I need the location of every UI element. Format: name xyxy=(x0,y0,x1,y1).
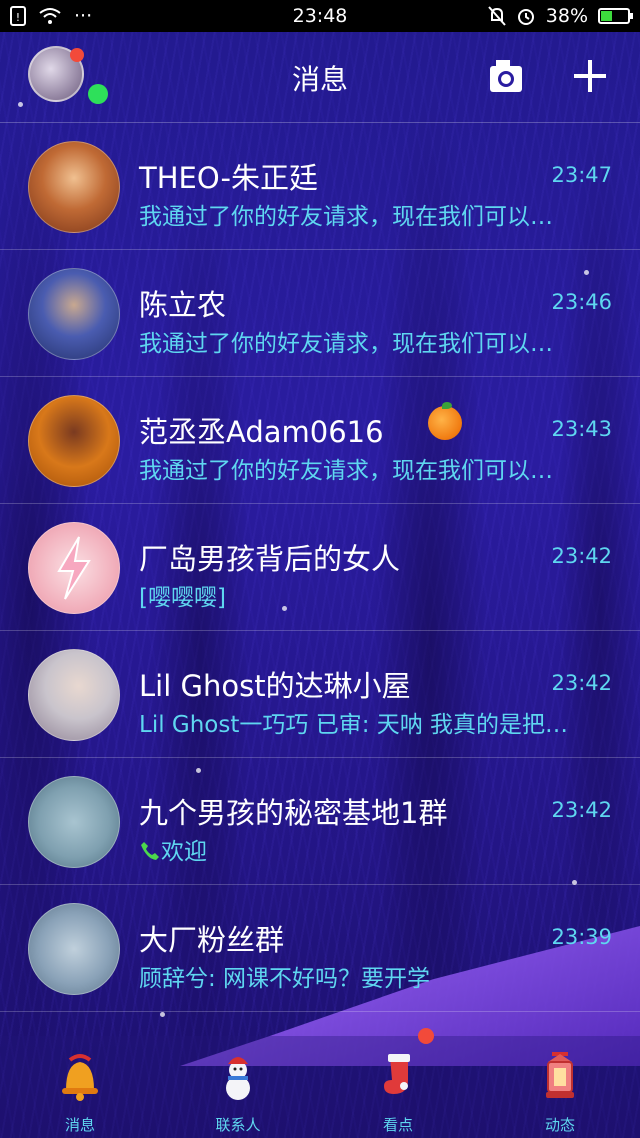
tab-messages[interactable]: 消息 xyxy=(20,1036,140,1138)
avatar[interactable] xyxy=(28,649,120,741)
chat-row[interactable]: Lil Ghost的达琳小屋 23:42 Lil Ghost一巧巧 已审: 天呐… xyxy=(0,631,640,758)
snowflake xyxy=(160,1012,165,1017)
tab-moments[interactable]: 动态 xyxy=(500,1036,620,1138)
phone-icon xyxy=(141,842,159,860)
chat-row[interactable]: THEO-朱正廷 23:47 我通过了你的好友请求，现在我们可以… xyxy=(0,123,640,250)
avatar[interactable] xyxy=(28,268,120,360)
avatar[interactable] xyxy=(28,141,120,233)
avatar[interactable] xyxy=(28,522,120,614)
chat-preview: 我通过了你的好友请求，现在我们可以… xyxy=(139,204,553,230)
chat-row[interactable]: 厂岛男孩背后的女人 23:42 [嘤嘤嘤] xyxy=(0,504,640,631)
chat-preview: Lil Ghost一巧巧 已审: 天呐 我真的是把… xyxy=(139,712,569,738)
plus-icon[interactable] xyxy=(572,58,608,94)
tab-label: 联系人 xyxy=(215,1116,261,1134)
chat-time: 23:42 xyxy=(551,544,612,568)
chat-time: 23:42 xyxy=(551,798,612,822)
chat-time: 23:47 xyxy=(551,163,612,187)
chat-time: 23:39 xyxy=(551,925,612,949)
stocking-icon xyxy=(384,1054,410,1094)
tab-discover[interactable]: 看点 xyxy=(338,1036,458,1138)
tab-label: 消息 xyxy=(64,1116,95,1134)
chat-preview: [嘤嘤嘤] xyxy=(139,585,226,611)
chat-name: 范丞丞Adam0616 xyxy=(139,415,384,449)
chat-preview: 我通过了你的好友请求，现在我们可以… xyxy=(139,331,553,357)
chat-list: THEO-朱正廷 23:47 我通过了你的好友请求，现在我们可以… 陈立农 23… xyxy=(0,123,640,1012)
bell-icon xyxy=(62,1054,98,1101)
chat-time: 23:46 xyxy=(551,290,612,314)
orange-icon xyxy=(428,402,462,440)
mute-bell-icon xyxy=(488,6,506,26)
camera-icon[interactable] xyxy=(488,56,524,96)
chat-name: THEO-朱正廷 xyxy=(139,161,318,195)
chat-name: 大厂粉丝群 xyxy=(139,923,285,957)
tab-contacts[interactable]: 联系人 xyxy=(178,1036,298,1138)
chat-preview-text: 欢迎 xyxy=(161,839,207,865)
chat-row[interactable]: 九个男孩的秘密基地1群 23:42 欢迎 xyxy=(0,758,640,885)
header: 消息 xyxy=(0,32,640,123)
avatar[interactable] xyxy=(28,903,120,995)
tab-badge xyxy=(418,1028,434,1044)
chat-name: 九个男孩的秘密基地1群 xyxy=(139,796,448,830)
tab-label: 看点 xyxy=(382,1116,413,1134)
chat-row[interactable]: 陈立农 23:46 我通过了你的好友请求，现在我们可以… xyxy=(0,250,640,377)
chat-name: Lil Ghost的达琳小屋 xyxy=(139,669,411,703)
lantern-icon xyxy=(546,1052,574,1098)
alarm-icon xyxy=(517,9,534,25)
chat-time: 23:42 xyxy=(551,671,612,695)
avatar[interactable] xyxy=(28,776,120,868)
lightning-icon xyxy=(57,536,91,600)
page-title: 消息 xyxy=(291,63,348,96)
status-bar: ! ··· 23:48 38% xyxy=(0,0,640,32)
chat-preview: 我通过了你的好友请求，现在我们可以… xyxy=(139,458,553,484)
chat-preview: 欢迎 xyxy=(139,832,594,866)
chat-time: 23:43 xyxy=(551,417,612,441)
chat-row[interactable]: 大厂粉丝群 23:39 顾辞兮: 网课不好吗？要开学 xyxy=(0,885,640,1012)
tab-label: 动态 xyxy=(544,1116,575,1134)
snowman-icon xyxy=(226,1057,250,1100)
avatar[interactable] xyxy=(28,395,120,487)
chat-name: 陈立农 xyxy=(139,288,227,322)
tab-bar: 消息 联系人 看点 动态 xyxy=(0,1036,640,1138)
battery-percent: 38% xyxy=(545,5,588,27)
chat-name: 厂岛男孩背后的女人 xyxy=(139,542,401,576)
chat-preview: 顾辞兮: 网课不好吗？要开学 xyxy=(139,966,431,992)
chat-row[interactable]: 范丞丞Adam0616 23:43 我通过了你的好友请求，现在我们可以… xyxy=(0,377,640,504)
battery-icon xyxy=(598,8,633,24)
